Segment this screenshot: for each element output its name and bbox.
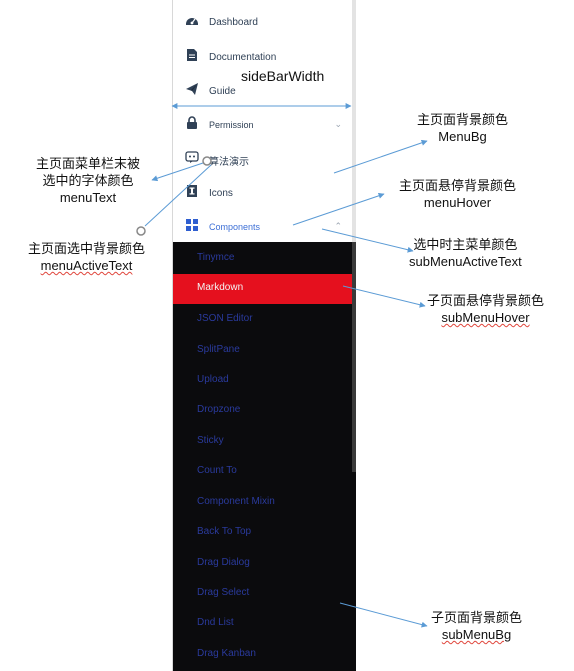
annotation-menu-text: 主页面菜单栏末被 选中的字体颜色 menuText xyxy=(36,155,140,206)
annotation-arrows xyxy=(136,103,428,628)
annotation-sub-menu-hover: 子页面悬停背景颜色 subMenuHover xyxy=(427,292,544,326)
annotation-zh: 选中的字体颜色 xyxy=(42,173,134,188)
annotation-menu-bg: 主页面背景颜色 MenuBg xyxy=(417,111,508,145)
annotation-en: subMenuBg xyxy=(441,627,512,642)
annotation-zh: 主页面背景颜色 xyxy=(417,112,509,127)
annotation-menu-hover: 主页面悬停背景颜色 menuHover xyxy=(399,177,516,211)
annotation-en: menuHover xyxy=(423,195,492,210)
annotation-en: menuText xyxy=(59,190,117,205)
annotation-zh: 子页面背景颜色 xyxy=(431,610,523,625)
annotation-sub-menu-bg: 子页面背景颜色 subMenuBg xyxy=(431,609,522,643)
annotation-zh: 子页面悬停背景颜色 xyxy=(427,293,545,308)
annotation-en: menuActiveText xyxy=(40,258,133,273)
annotation-en: MenuBg xyxy=(438,129,487,144)
annotation-en: subMenuHover xyxy=(441,310,530,325)
annotation-en: subMenuActiveText xyxy=(409,254,522,269)
annotation-zh: 选中时主菜单颜色 xyxy=(413,237,518,252)
annotation-menu-active-text: 主页面选中背景颜色 menuActiveText xyxy=(28,240,145,274)
annotation-zh: 主页面选中背景颜色 xyxy=(28,241,146,256)
annotation-sidebar-width: sideBarWidth xyxy=(241,68,325,84)
annotation-sub-menu-active-text: 选中时主菜单颜色 subMenuActiveText xyxy=(409,236,522,270)
annotation-zh: 主页面菜单栏末被 xyxy=(36,156,141,171)
annotation-zh: 主页面悬停背景颜色 xyxy=(399,178,517,193)
